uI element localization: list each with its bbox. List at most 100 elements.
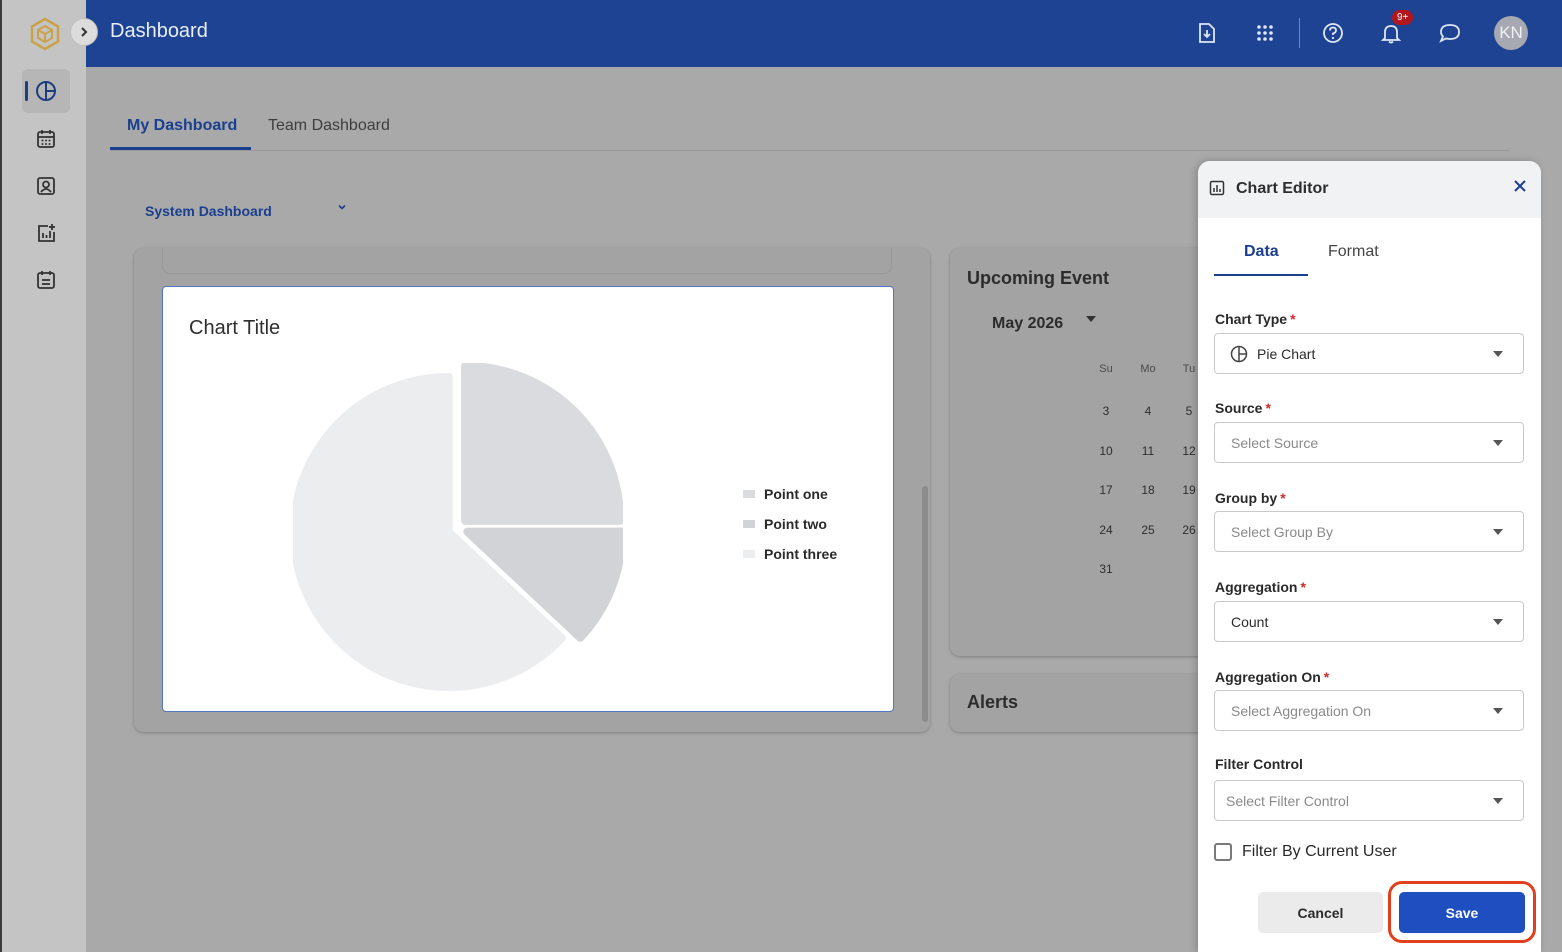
legend-item[interactable]: Point three — [743, 539, 837, 569]
tab-my-dashboard[interactable]: My Dashboard — [127, 117, 237, 135]
calendar-day[interactable]: 4 — [1133, 404, 1163, 418]
source-label: Source * — [1215, 400, 1271, 416]
caret-down-icon — [1493, 351, 1503, 357]
calendar-day[interactable]: 24 — [1091, 523, 1121, 537]
calendar-day[interactable]: 17 — [1091, 483, 1121, 497]
page-title: Dashboard — [110, 20, 208, 42]
event-list-icon — [37, 271, 55, 289]
aggregation-value: Count — [1231, 614, 1269, 630]
file-download-icon — [1199, 23, 1215, 43]
save-highlight-ring — [1388, 881, 1536, 943]
left-nav-rail — [0, 0, 86, 952]
chart-type-select[interactable]: Pie Chart — [1214, 333, 1524, 374]
contact-card-icon — [37, 177, 55, 195]
legend-label: Point two — [764, 516, 827, 532]
chart-icon — [1209, 180, 1225, 196]
aggregation-select[interactable]: Count — [1214, 601, 1524, 642]
source-select[interactable]: Select Source — [1214, 422, 1524, 463]
nav-events[interactable] — [22, 258, 70, 302]
calendar-day[interactable]: 18 — [1133, 483, 1163, 497]
aggregation-on-label: Aggregation On * — [1215, 669, 1330, 685]
chart-type-label: Chart Type * — [1215, 311, 1296, 327]
chart-editor-panel: Chart Editor Data Format Chart Type * Pie… — [1198, 161, 1541, 952]
filter-control-select[interactable]: Select Filter Control — [1214, 780, 1524, 821]
pie-slice-point-one[interactable] — [461, 363, 623, 525]
nav-reports[interactable] — [22, 211, 70, 255]
calendar-icon — [37, 130, 55, 148]
dashboard-tabs: My Dashboard Team Dashboard — [110, 107, 1510, 151]
legend-label: Point three — [764, 546, 838, 562]
filter-control-label: Filter Control — [1215, 756, 1303, 772]
filter-by-current-user-checkbox[interactable] — [1214, 843, 1232, 861]
notifications-button[interactable]: 9+ — [1376, 10, 1414, 48]
user-avatar[interactable]: KN — [1494, 16, 1528, 50]
legend-swatch — [743, 520, 755, 528]
filter-control-placeholder: Select Filter Control — [1226, 793, 1349, 809]
caret-down-icon — [1493, 619, 1503, 625]
add-chart-icon — [38, 224, 55, 242]
caret-down-icon — [1493, 440, 1503, 446]
previous-widget-card — [162, 248, 892, 274]
apps-grid-icon — [1257, 25, 1273, 41]
pie-chart-icon — [36, 81, 56, 101]
expand-sidebar-button[interactable] — [70, 18, 98, 46]
chevron-right-icon — [81, 27, 88, 37]
help-button[interactable] — [1318, 18, 1348, 48]
close-icon[interactable] — [1512, 178, 1528, 194]
chart-legend: Point one Point two Point three — [743, 479, 837, 569]
aggregation-on-placeholder: Select Aggregation On — [1231, 703, 1372, 719]
tab-data[interactable]: Data — [1244, 243, 1279, 261]
calendar-day[interactable]: 3 — [1091, 404, 1121, 418]
tab-format[interactable]: Format — [1328, 243, 1379, 261]
filter-by-current-user-label: Filter By Current User — [1242, 843, 1397, 860]
upcoming-event-title: Upcoming Event — [967, 268, 1110, 288]
calendar-day[interactable]: 11 — [1133, 444, 1163, 458]
cancel-button[interactable]: Cancel — [1258, 892, 1383, 933]
help-icon — [1323, 23, 1343, 43]
filter-by-current-user-row: Filter By Current User — [1214, 843, 1397, 861]
chat-icon — [1439, 24, 1460, 43]
topbar-divider — [1299, 18, 1300, 48]
chat-button[interactable] — [1435, 18, 1465, 48]
weekday-header: Su — [1099, 363, 1113, 375]
nav-dashboard[interactable] — [22, 69, 70, 113]
nav-contacts[interactable] — [22, 164, 70, 208]
caret-down-icon — [1493, 798, 1503, 804]
legend-label: Point one — [764, 486, 828, 502]
active-indicator — [25, 81, 28, 101]
chart-widget[interactable]: Chart Title Point one Point two Point thre… — [162, 286, 894, 712]
dashboard-selector[interactable]: System Dashboard — [145, 203, 272, 219]
pie-chart-icon — [1230, 345, 1248, 363]
nav-calendar[interactable] — [22, 117, 70, 161]
notification-badge: 9+ — [1392, 10, 1414, 25]
legend-item[interactable]: Point one — [743, 479, 837, 509]
apps-grid-button[interactable] — [1250, 18, 1280, 48]
panel-scrollbar[interactable] — [922, 486, 928, 722]
group-by-select[interactable]: Select Group By — [1214, 511, 1524, 552]
top-bar: Dashboard 9+ KN — [86, 0, 1562, 67]
calendar-day[interactable]: 10 — [1091, 444, 1121, 458]
legend-swatch — [743, 550, 755, 558]
group-by-label: Group by * — [1215, 490, 1286, 506]
tab-team-dashboard[interactable]: Team Dashboard — [268, 117, 390, 135]
aggregation-on-select[interactable]: Select Aggregation On — [1214, 690, 1524, 731]
chevron-down-icon[interactable] — [336, 201, 348, 213]
calendar-day[interactable]: 31 — [1091, 562, 1121, 576]
download-report-button[interactable] — [1192, 18, 1222, 48]
aggregation-label: Aggregation * — [1215, 579, 1306, 595]
caret-down-icon — [1493, 708, 1503, 714]
active-tab-indicator — [110, 147, 251, 150]
pie-chart — [293, 363, 623, 691]
source-placeholder: Select Source — [1231, 435, 1319, 451]
caret-down-icon — [1493, 529, 1503, 535]
chart-editor-header: Chart Editor — [1198, 161, 1541, 218]
app-logo-icon[interactable] — [28, 17, 62, 51]
group-by-placeholder: Select Group By — [1231, 524, 1333, 540]
legend-item[interactable]: Point two — [743, 509, 837, 539]
month-selector[interactable]: May 2026 — [992, 315, 1063, 333]
calendar-day[interactable]: 25 — [1133, 523, 1163, 537]
chart-type-value: Pie Chart — [1257, 346, 1316, 362]
caret-down-icon[interactable] — [1085, 314, 1097, 324]
chart-editor-title: Chart Editor — [1236, 180, 1329, 197]
alerts-title: Alerts — [967, 692, 1019, 712]
